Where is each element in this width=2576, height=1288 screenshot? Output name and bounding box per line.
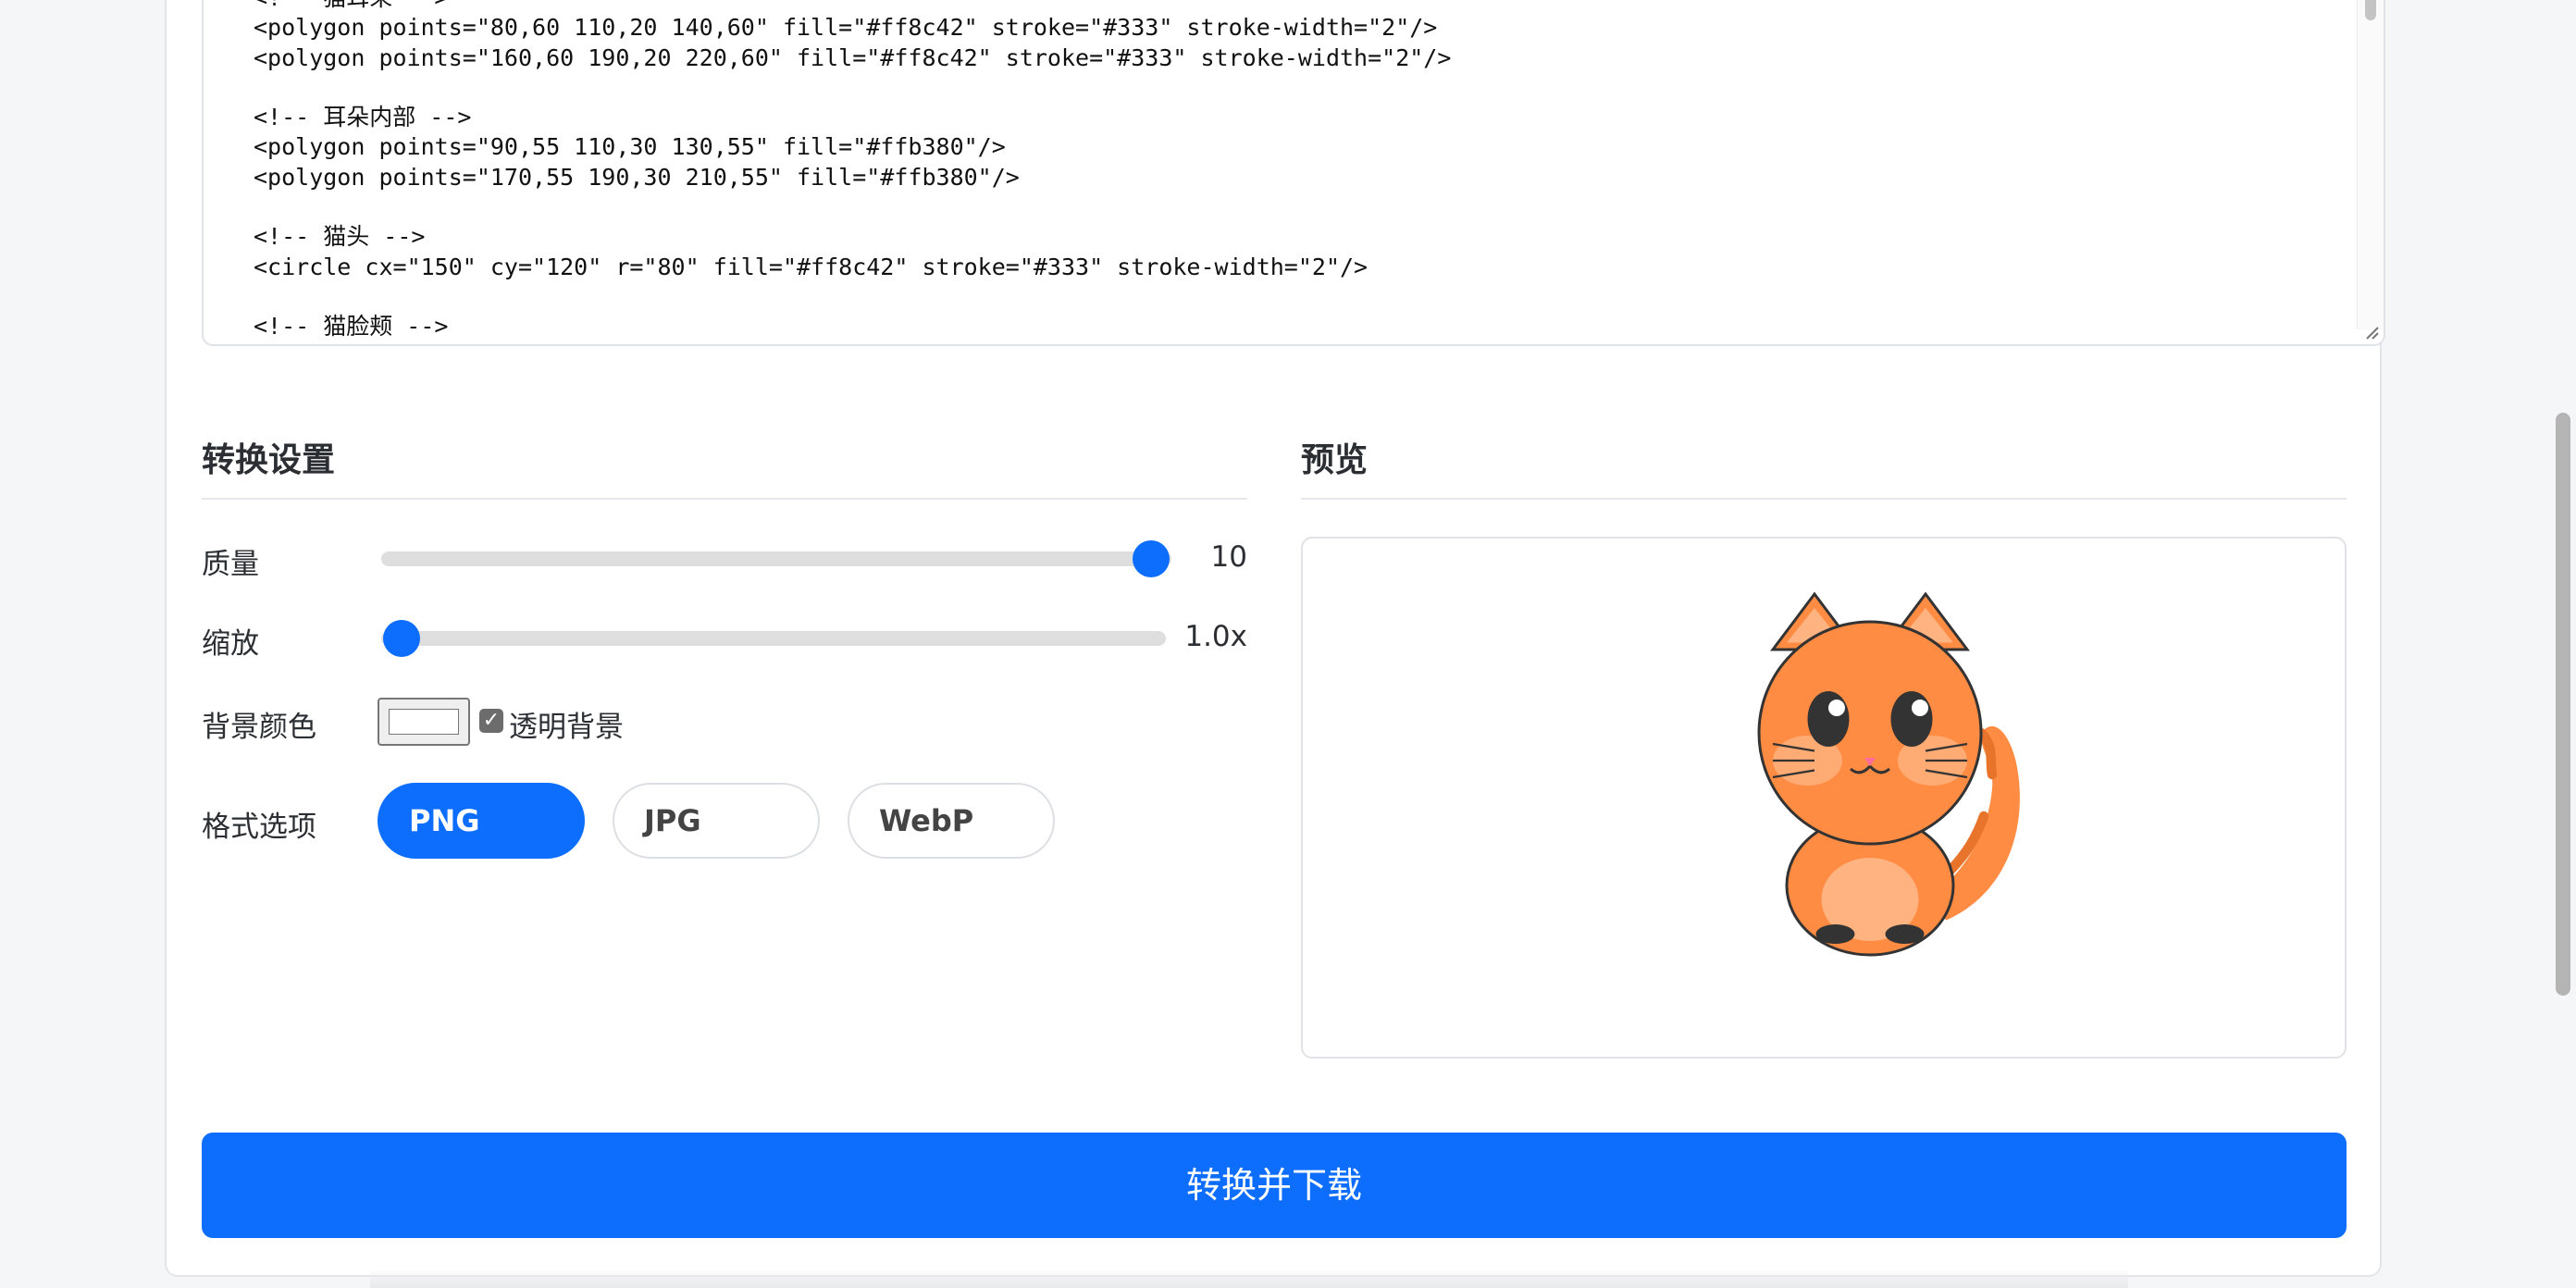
scale-slider-track[interactable]: [381, 631, 1166, 646]
format-option-png[interactable]: PNG: [378, 783, 585, 859]
code-line: <!-- 猫脸颊 -->: [254, 313, 449, 341]
color-swatch-preview: [389, 709, 459, 735]
cat-head: [1757, 620, 1983, 846]
code-line: <!-- 猫耳朵 -->: [254, 0, 1451, 13]
svg-code-content[interactable]: <!-- 猫耳朵 --><polygon points="80,60 110,2…: [254, 0, 1451, 342]
code-line: <polygon points="80,60 110,20 140,60" fi…: [254, 14, 1438, 42]
scale-slider-thumb[interactable]: [383, 620, 420, 657]
transparent-background-label[interactable]: 透明背景: [509, 703, 624, 745]
format-option-jpg[interactable]: JPG: [613, 783, 820, 859]
cat-eye-shine-left: [1828, 700, 1845, 717]
format-label: 格式选项: [202, 811, 316, 844]
code-line: <polygon points="160,60 190,20 220,60" f…: [254, 43, 1452, 71]
editor-scrollbar[interactable]: [2357, 0, 2384, 329]
cat-eye-right: [1890, 691, 1933, 748]
editor-scroll-thumb[interactable]: [2365, 0, 2376, 20]
preview-title: 预览: [1301, 441, 1368, 479]
page-scroll-thumb[interactable]: [2556, 413, 2570, 996]
convert-download-button[interactable]: 转换并下载: [202, 1133, 2347, 1238]
transparent-background-checkbox[interactable]: ✓: [479, 709, 503, 733]
page-bottom-shadow: [370, 1269, 2128, 1288]
cat-eye-shine-right: [1912, 700, 1928, 717]
code-line: <circle cx="150" cy="120" r="80" fill="#…: [254, 253, 1368, 280]
settings-divider: [202, 498, 1247, 500]
cat-eye-left: [1807, 691, 1850, 748]
quality-value: 10: [1210, 540, 1247, 574]
code-line: <polygon points="170,55 190,30 210,55" f…: [254, 163, 1020, 191]
settings-title: 转换设置: [202, 441, 336, 479]
quality-slider-track[interactable]: [381, 551, 1171, 566]
cat-paw-left: [1815, 924, 1855, 945]
background-color-label: 背景颜色: [202, 711, 316, 744]
quality-slider-thumb[interactable]: [1133, 540, 1170, 577]
code-line: <polygon points="90,55 110,30 130,55" fi…: [254, 133, 1006, 161]
scale-label: 缩放: [202, 627, 259, 661]
code-line: <!-- 猫头 -->: [254, 223, 426, 251]
quality-label: 质量: [202, 548, 259, 581]
cat-tail-stripe: [1975, 727, 1998, 780]
resize-grip-icon[interactable]: [2361, 322, 2380, 341]
cat-preview-image: [1757, 591, 2020, 957]
scale-value: 1.0x: [1184, 620, 1247, 653]
svg-code-textarea[interactable]: <!-- 猫耳朵 --><polygon points="80,60 110,2…: [202, 0, 2385, 346]
cat-paw-right: [1885, 924, 1925, 945]
code-line: <!-- 耳朵内部 -->: [254, 104, 472, 131]
format-option-webp[interactable]: WebP: [848, 783, 1055, 859]
preview-divider: [1301, 498, 2347, 500]
background-color-picker[interactable]: [378, 698, 470, 746]
